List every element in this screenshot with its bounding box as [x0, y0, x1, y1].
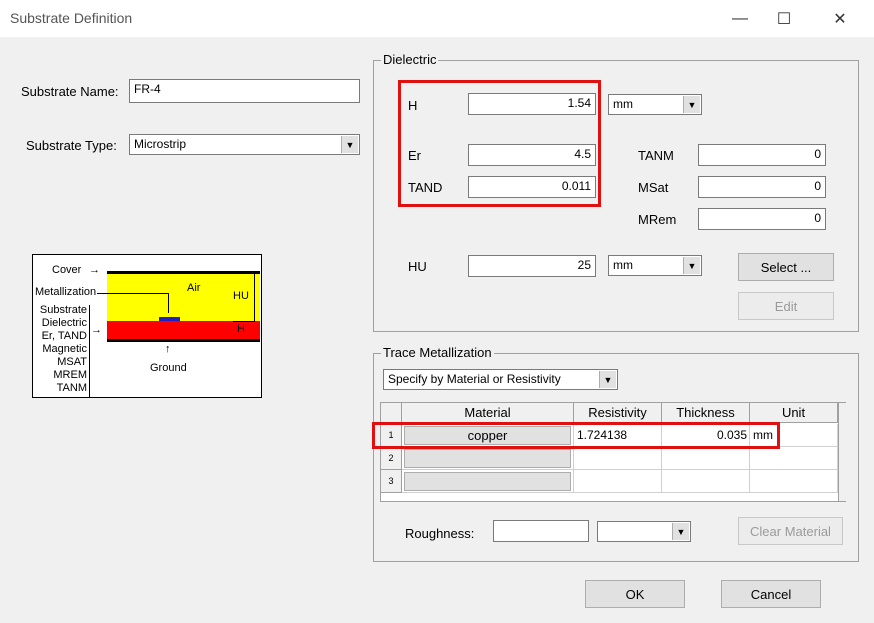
roughness-input[interactable] [493, 520, 589, 542]
metallization-leader-down [168, 293, 169, 313]
column-header-thickness[interactable]: Thickness [662, 403, 750, 423]
diagram-h-label: H [237, 323, 245, 335]
roughness-label: Roughness: [405, 526, 475, 541]
maximize-button[interactable]: ☐ [762, 0, 806, 37]
resistivity-cell[interactable] [574, 470, 662, 493]
spec-mode-value: Specify by Material or Resistivity [388, 372, 561, 386]
material-button[interactable] [404, 472, 571, 491]
close-button[interactable]: ✕ [818, 0, 862, 37]
hu-dimension-line [254, 271, 255, 322]
substrate-name-input[interactable]: FR-4 [129, 79, 360, 103]
hu-unit-value: mm [613, 258, 633, 272]
diagram-hu-label: HU [233, 290, 249, 302]
column-header-material[interactable]: Material [402, 403, 574, 423]
table-corner [381, 403, 402, 423]
material-button[interactable] [404, 449, 571, 468]
roughness-unit-select[interactable]: ▼ [597, 521, 691, 542]
dielectric-highlight-box [398, 80, 601, 207]
ok-button[interactable]: OK [585, 580, 685, 608]
diagram-mrem-label: MREM [53, 369, 87, 381]
metallization-table: Material Resistivity Thickness Unit 1 co… [380, 402, 846, 502]
cancel-button[interactable]: Cancel [721, 580, 821, 608]
resistivity-cell[interactable] [574, 447, 662, 470]
chevron-down-icon: ▼ [672, 523, 689, 540]
hu-input[interactable]: 25 [468, 255, 596, 277]
table-scrollbar[interactable] [838, 403, 846, 501]
thickness-cell[interactable] [662, 447, 750, 470]
thickness-cell[interactable] [662, 470, 750, 493]
minimize-button[interactable]: — [718, 0, 762, 37]
clear-material-button[interactable]: Clear Material [738, 517, 843, 545]
trace-row-highlight-box [372, 422, 780, 449]
diagram-metallization-label: Metallization [35, 286, 97, 298]
substrate-type-label: Substrate Type: [26, 138, 117, 153]
metal-strip [159, 317, 180, 321]
hu-unit-select[interactable]: mm ▼ [608, 255, 702, 276]
diagram-magnetic-label: Magnetic [42, 343, 87, 355]
column-header-resistivity[interactable]: Resistivity [574, 403, 662, 423]
trace-metallization-legend: Trace Metallization [381, 345, 494, 360]
metallization-leader [97, 293, 169, 294]
chevron-down-icon: ▼ [341, 136, 358, 153]
material-cell [402, 447, 574, 470]
dielectric-legend: Dielectric [381, 52, 439, 67]
arrow-right-icon: → [89, 264, 100, 276]
close-icon: ✕ [833, 10, 847, 28]
h-dimension-tick [233, 321, 254, 322]
substrate-type-select[interactable]: Microstrip ▼ [129, 134, 360, 155]
chevron-down-icon: ▼ [599, 371, 616, 388]
chevron-down-icon: ▼ [683, 96, 700, 113]
column-header-unit[interactable]: Unit [750, 403, 838, 423]
h-unit-select[interactable]: mm ▼ [608, 94, 702, 115]
edit-button[interactable]: Edit [738, 292, 834, 320]
diagram-substrate-lines: Substrate Dielectric Er, TAND Magnetic M… [35, 304, 87, 395]
window-title: Substrate Definition [10, 10, 133, 26]
chevron-down-icon: ▼ [683, 257, 700, 274]
mrem-input[interactable]: 0 [698, 208, 826, 230]
material-cell [402, 470, 574, 493]
row-header[interactable]: 3 [381, 470, 402, 493]
select-button[interactable]: Select ... [738, 253, 834, 281]
mrem-label: MRem [638, 212, 677, 227]
substrate-name-label: Substrate Name: [21, 84, 119, 99]
hu-label: HU [408, 259, 427, 274]
msat-label: MSat [638, 180, 669, 195]
ground-line [107, 339, 260, 342]
substrate-bracket [89, 305, 91, 397]
ground-arrow-icon: ↑ [165, 343, 171, 355]
minimize-icon: — [732, 9, 748, 27]
maximize-icon: ☐ [776, 10, 792, 28]
spec-mode-select[interactable]: Specify by Material or Resistivity ▼ [383, 369, 618, 390]
diagram-dielectric-label: Dielectric [41, 317, 87, 329]
unit-cell[interactable] [750, 470, 838, 493]
unit-cell[interactable] [750, 447, 838, 470]
diagram-msat-label: MSAT [57, 356, 87, 368]
substrate-arrow-icon: → [91, 324, 102, 336]
row-header[interactable]: 2 [381, 447, 402, 470]
tanm-label: TANM [638, 148, 674, 163]
diagram-cover-label: Cover [52, 264, 82, 276]
diagram-er-tand-label: Er, TAND [41, 330, 87, 342]
diagram-ground-label: Ground [150, 362, 187, 374]
h-unit-value: mm [613, 97, 633, 111]
diagram-tanm-label: TANM [56, 382, 87, 394]
substrate-diagram: Cover → Metallization Air HU H Substrate… [32, 254, 262, 398]
tanm-input[interactable]: 0 [698, 144, 826, 166]
substrate-type-value: Microstrip [134, 137, 187, 151]
msat-input[interactable]: 0 [698, 176, 826, 198]
diagram-air-label: Air [187, 282, 201, 294]
diagram-substrate-label: Substrate [39, 304, 87, 316]
